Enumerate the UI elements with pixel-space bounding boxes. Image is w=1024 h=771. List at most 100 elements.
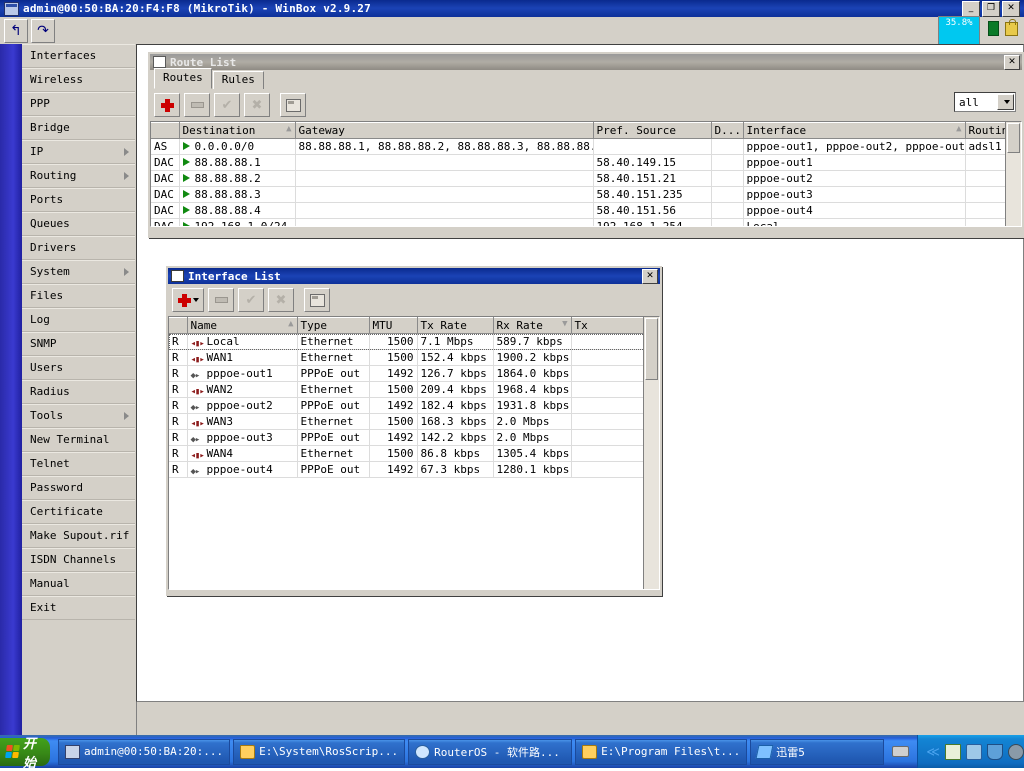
route-column-header[interactable]: D... <box>711 122 744 139</box>
route-list-grid[interactable]: Destination ▲ Gateway Pref. Source D... Inter… <box>150 121 1022 227</box>
volume-icon[interactable] <box>1008 743 1024 760</box>
table-row[interactable]: R ◆▸ pppoe-out4 PPPoE out 1492 67.3 kbps 1280.… <box>169 461 659 478</box>
taskbar-task[interactable]: RouterOS - 软件路... <box>408 738 573 765</box>
table-row[interactable]: R ◆▸ pppoe-out3 PPPoE out 1492 142.2 kbps 2.0 … <box>169 429 659 446</box>
table-row[interactable]: DAC 88.88.88.2 58.40.151.21 pppoe-out2 <box>151 170 1021 187</box>
table-row[interactable]: AS 0.0.0.0/0 88.88.88.1, 88.88.88.2, 88.88… <box>151 138 1021 155</box>
route-comment-button[interactable] <box>280 93 306 117</box>
sidebar-item-ports[interactable]: Ports <box>22 188 135 212</box>
thunder-icon[interactable]: ≪ <box>926 745 940 760</box>
route-column-header[interactable] <box>151 122 180 139</box>
sidebar-item-system[interactable]: System <box>22 260 135 284</box>
sidebar-item-drivers[interactable]: Drivers <box>22 236 135 260</box>
sidebar-item-tools[interactable]: Tools <box>22 404 135 428</box>
chevron-down-icon[interactable] <box>192 298 199 302</box>
sidebar-item-routing[interactable]: Routing <box>22 164 135 188</box>
tab-routes[interactable]: Routes <box>154 68 212 89</box>
sidebar-item-snmp[interactable]: SNMP <box>22 332 135 356</box>
table-row[interactable]: R ◂▮▸ WAN2 Ethernet 1500 209.4 kbps 1968.4 kbp… <box>169 381 659 398</box>
route-disable-button[interactable]: ✖ <box>244 93 270 117</box>
interface-list-scrollbar[interactable] <box>643 317 659 589</box>
table-row[interactable]: DAC 192.168.1.0/24 192.168.1.254 Local <box>151 218 1021 226</box>
sidebar-item-telnet[interactable]: Telnet <box>22 452 135 476</box>
sidebar-item-password[interactable]: Password <box>22 476 135 500</box>
route-list-scrollbar[interactable] <box>1005 122 1021 226</box>
table-row[interactable]: DAC 88.88.88.3 58.40.151.235 pppoe-out3 <box>151 186 1021 203</box>
sidebar-item-make-supout-rif[interactable]: Make Supout.rif <box>22 524 135 548</box>
taskbar-task[interactable]: admin@00:50:BA:20:... <box>58 738 231 765</box>
table-row[interactable]: R ◂▮▸ WAN3 Ethernet 1500 168.3 kbps 2.0 Mbps <box>169 413 659 430</box>
interface-column-header[interactable]: Name ▲ <box>187 317 298 334</box>
update-icon[interactable] <box>945 743 962 760</box>
interface-enable-button[interactable]: ✔ <box>238 288 264 312</box>
sidebar: RouterOS WinBox www.RouterClub.com Inter… <box>0 44 137 735</box>
interface-remove-button[interactable] <box>208 288 234 312</box>
close-button[interactable]: ✕ <box>1002 0 1020 17</box>
start-button[interactable]: 开始 <box>0 737 51 771</box>
taskbar-task[interactable]: E:\System\RosScrip... <box>233 738 406 765</box>
sidebar-item-log[interactable]: Log <box>22 308 135 332</box>
sidebar-item-queues[interactable]: Queues <box>22 212 135 236</box>
table-row[interactable]: R ◆▸ pppoe-out1 PPPoE out 1492 126.7 kbps 1864… <box>169 365 659 382</box>
maximize-button[interactable]: ❐ <box>982 0 1000 17</box>
interface-list-scroll-thumb[interactable] <box>645 318 658 380</box>
interface-list-titlebar[interactable]: Interface List ✕ <box>168 268 660 284</box>
winbox-desktop: admin@00:50:BA:20:F4:F8 (MikroTik) - Win… <box>0 0 1024 771</box>
sidebar-item-wireless[interactable]: Wireless <box>22 68 135 92</box>
route-table: Destination ▲ Gateway Pref. Source D... Inter… <box>151 122 1021 226</box>
sidebar-item-exit[interactable]: Exit <box>22 596 135 620</box>
table-row[interactable]: R ◂▮▸ WAN1 Ethernet 1500 152.4 kbps 1900.2 kbp… <box>169 349 659 366</box>
sidebar-item-users[interactable]: Users <box>22 356 135 380</box>
interface-disable-button[interactable]: ✖ <box>268 288 294 312</box>
tab-rules[interactable]: Rules <box>212 71 264 89</box>
sidebar-item-manual[interactable]: Manual <box>22 572 135 596</box>
route-column-header[interactable]: Interface ▲ <box>743 122 966 139</box>
network-icon[interactable] <box>966 743 983 760</box>
sidebar-item-bridge[interactable]: Bridge <box>22 116 135 140</box>
taskbar-task[interactable]: 迅雷5 <box>750 738 885 765</box>
sidebar-item-radius[interactable]: Radius <box>22 380 135 404</box>
back-icon[interactable]: ↰ <box>4 18 28 43</box>
table-row[interactable]: R ◆▸ pppoe-out2 PPPoE out 1492 182.4 kbps 1931… <box>169 397 659 414</box>
interface-list-grid[interactable]: Name ▲ Type MTU Tx Rate Rx Rate ▼ Tx R ◂▮▸ Local E… <box>168 316 660 590</box>
table-row[interactable]: DAC 88.88.88.1 58.40.149.15 pppoe-out1 <box>151 154 1021 171</box>
chevron-down-icon[interactable] <box>997 94 1014 110</box>
sidebar-item-certificate[interactable]: Certificate <box>22 500 135 524</box>
interface-add-button[interactable] <box>172 288 204 312</box>
route-list-close-button[interactable]: ✕ <box>1004 54 1020 70</box>
sidebar-item-isdn-channels[interactable]: ISDN Channels <box>22 548 135 572</box>
route-list-scroll-thumb[interactable] <box>1007 123 1020 153</box>
sidebar-item-ppp[interactable]: PPP <box>22 92 135 116</box>
printer-icon[interactable] <box>892 746 910 757</box>
route-add-button[interactable] <box>154 93 180 117</box>
minimize-button[interactable]: _ <box>962 0 980 17</box>
route-column-header[interactable]: Destination ▲ <box>179 122 296 139</box>
route-column-header[interactable]: Pref. Source <box>593 122 712 139</box>
route-list-titlebar[interactable]: Route List ✕ <box>150 54 1022 70</box>
route-filter-select[interactable]: all <box>954 92 1016 112</box>
shield-icon[interactable] <box>987 743 1004 760</box>
sidebar-item-interfaces[interactable]: Interfaces <box>22 44 135 68</box>
table-row[interactable]: DAC 88.88.88.4 58.40.151.56 pppoe-out4 <box>151 202 1021 219</box>
forward-icon[interactable]: ↷ <box>31 18 55 43</box>
interface-list-close-button[interactable]: ✕ <box>642 268 658 284</box>
interface-column-header[interactable]: MTU <box>369 317 418 334</box>
interface-cell-tx-rate: 126.7 kbps <box>417 365 494 382</box>
table-row[interactable]: R ◂▮▸ WAN4 Ethernet 1500 86.8 kbps 1305.4 kbps <box>169 445 659 462</box>
route-remove-button[interactable] <box>184 93 210 117</box>
table-row[interactable]: R ◂▮▸ Local Ethernet 1500 7.1 Mbps 589.7 kbps <box>169 333 659 350</box>
route-column-header[interactable]: Gateway <box>295 122 594 139</box>
interface-column-header[interactable] <box>169 317 188 334</box>
interface-cell-name: ◂▮▸ Local <box>187 333 298 350</box>
interface-column-header[interactable]: Type <box>297 317 370 334</box>
interface-column-header[interactable]: Rx Rate ▼ <box>493 317 572 334</box>
sidebar-item-ip[interactable]: IP <box>22 140 135 164</box>
interface-comment-button[interactable] <box>304 288 330 312</box>
sidebar-item-new-terminal[interactable]: New Terminal <box>22 428 135 452</box>
taskbar-task[interactable]: E:\Program Files\t... <box>575 738 748 765</box>
route-cell-distance <box>711 154 744 171</box>
route-enable-button[interactable]: ✔ <box>214 93 240 117</box>
route-cell-interface: Local <box>743 218 966 226</box>
interface-column-header[interactable]: Tx Rate <box>417 317 494 334</box>
sidebar-item-files[interactable]: Files <box>22 284 135 308</box>
